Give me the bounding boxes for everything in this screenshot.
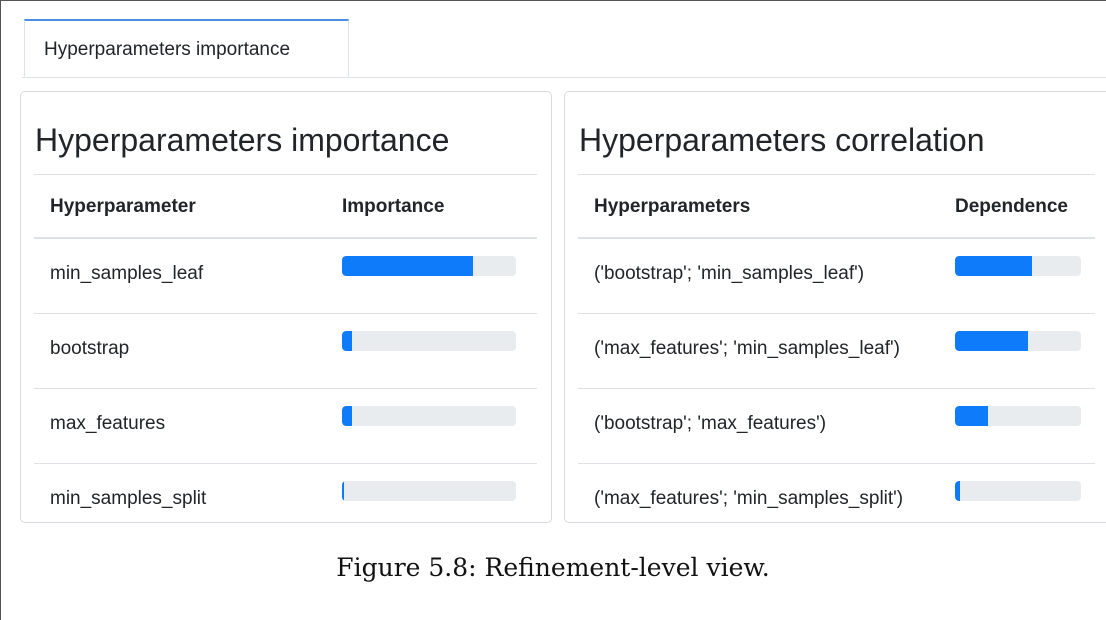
table-row: min_samples_leaf bbox=[34, 239, 537, 314]
progress-fill bbox=[955, 481, 961, 501]
table-row: ('bootstrap'; 'min_samples_leaf') bbox=[578, 239, 1095, 314]
row-name: ('bootstrap'; 'max_features') bbox=[594, 413, 827, 434]
table-row: bootstrap bbox=[34, 314, 537, 389]
column-header-hyperparameters: Hyperparameters bbox=[594, 196, 751, 217]
correlation-table: Hyperparameters Dependence ('bootstrap';… bbox=[578, 174, 1095, 538]
importance-progress-bar bbox=[342, 331, 516, 351]
table-row: ('max_features'; 'min_samples_split') bbox=[578, 464, 1095, 538]
table-row: min_samples_split bbox=[34, 464, 537, 538]
importance-progress-bar bbox=[342, 481, 516, 501]
row-name: max_features bbox=[50, 413, 166, 434]
progress-fill bbox=[342, 481, 344, 501]
figure-caption: Figure 5.8: Refinement-level view. bbox=[336, 553, 770, 582]
row-name: min_samples_leaf bbox=[50, 263, 204, 284]
dependence-progress-bar bbox=[955, 331, 1081, 351]
correlation-card-title: Hyperparameters correlation bbox=[579, 122, 985, 158]
table-row: ('max_features'; 'min_samples_leaf') bbox=[578, 314, 1095, 389]
tab-bar: Hyperparameters importance bbox=[22, 19, 1106, 78]
column-header-hyperparameter: Hyperparameter bbox=[50, 196, 196, 217]
progress-fill bbox=[342, 331, 353, 351]
column-header-importance: Importance bbox=[342, 196, 445, 217]
column-header-dependence: Dependence bbox=[955, 196, 1068, 217]
dependence-progress-bar bbox=[955, 256, 1081, 276]
progress-fill bbox=[955, 331, 1029, 351]
correlation-card: Hyperparameters correlation Hyperparamet… bbox=[564, 91, 1106, 523]
table-header: Hyperparameter Importance bbox=[34, 174, 537, 239]
progress-fill bbox=[955, 256, 1032, 276]
importance-card-title: Hyperparameters importance bbox=[35, 122, 450, 158]
row-name: bootstrap bbox=[50, 338, 130, 359]
progress-fill bbox=[342, 406, 353, 426]
progress-fill bbox=[955, 406, 988, 426]
importance-progress-bar bbox=[342, 256, 516, 276]
row-name: ('bootstrap'; 'min_samples_leaf') bbox=[594, 263, 865, 284]
row-name: min_samples_split bbox=[50, 488, 207, 509]
table-row: ('bootstrap'; 'max_features') bbox=[578, 389, 1095, 464]
table-row: max_features bbox=[34, 389, 537, 464]
row-name: ('max_features'; 'min_samples_leaf') bbox=[594, 338, 900, 359]
dependence-progress-bar bbox=[955, 481, 1081, 501]
row-name: ('max_features'; 'min_samples_split') bbox=[594, 488, 904, 509]
importance-progress-bar bbox=[342, 406, 516, 426]
table-header: Hyperparameters Dependence bbox=[578, 174, 1095, 239]
dependence-progress-bar bbox=[955, 406, 1081, 426]
progress-fill bbox=[342, 256, 473, 276]
tab-hyperparameters-importance[interactable]: Hyperparameters importance bbox=[24, 19, 349, 77]
importance-card: Hyperparameters importance Hyperparamete… bbox=[20, 91, 552, 523]
importance-table: Hyperparameter Importance min_samples_le… bbox=[34, 174, 537, 538]
